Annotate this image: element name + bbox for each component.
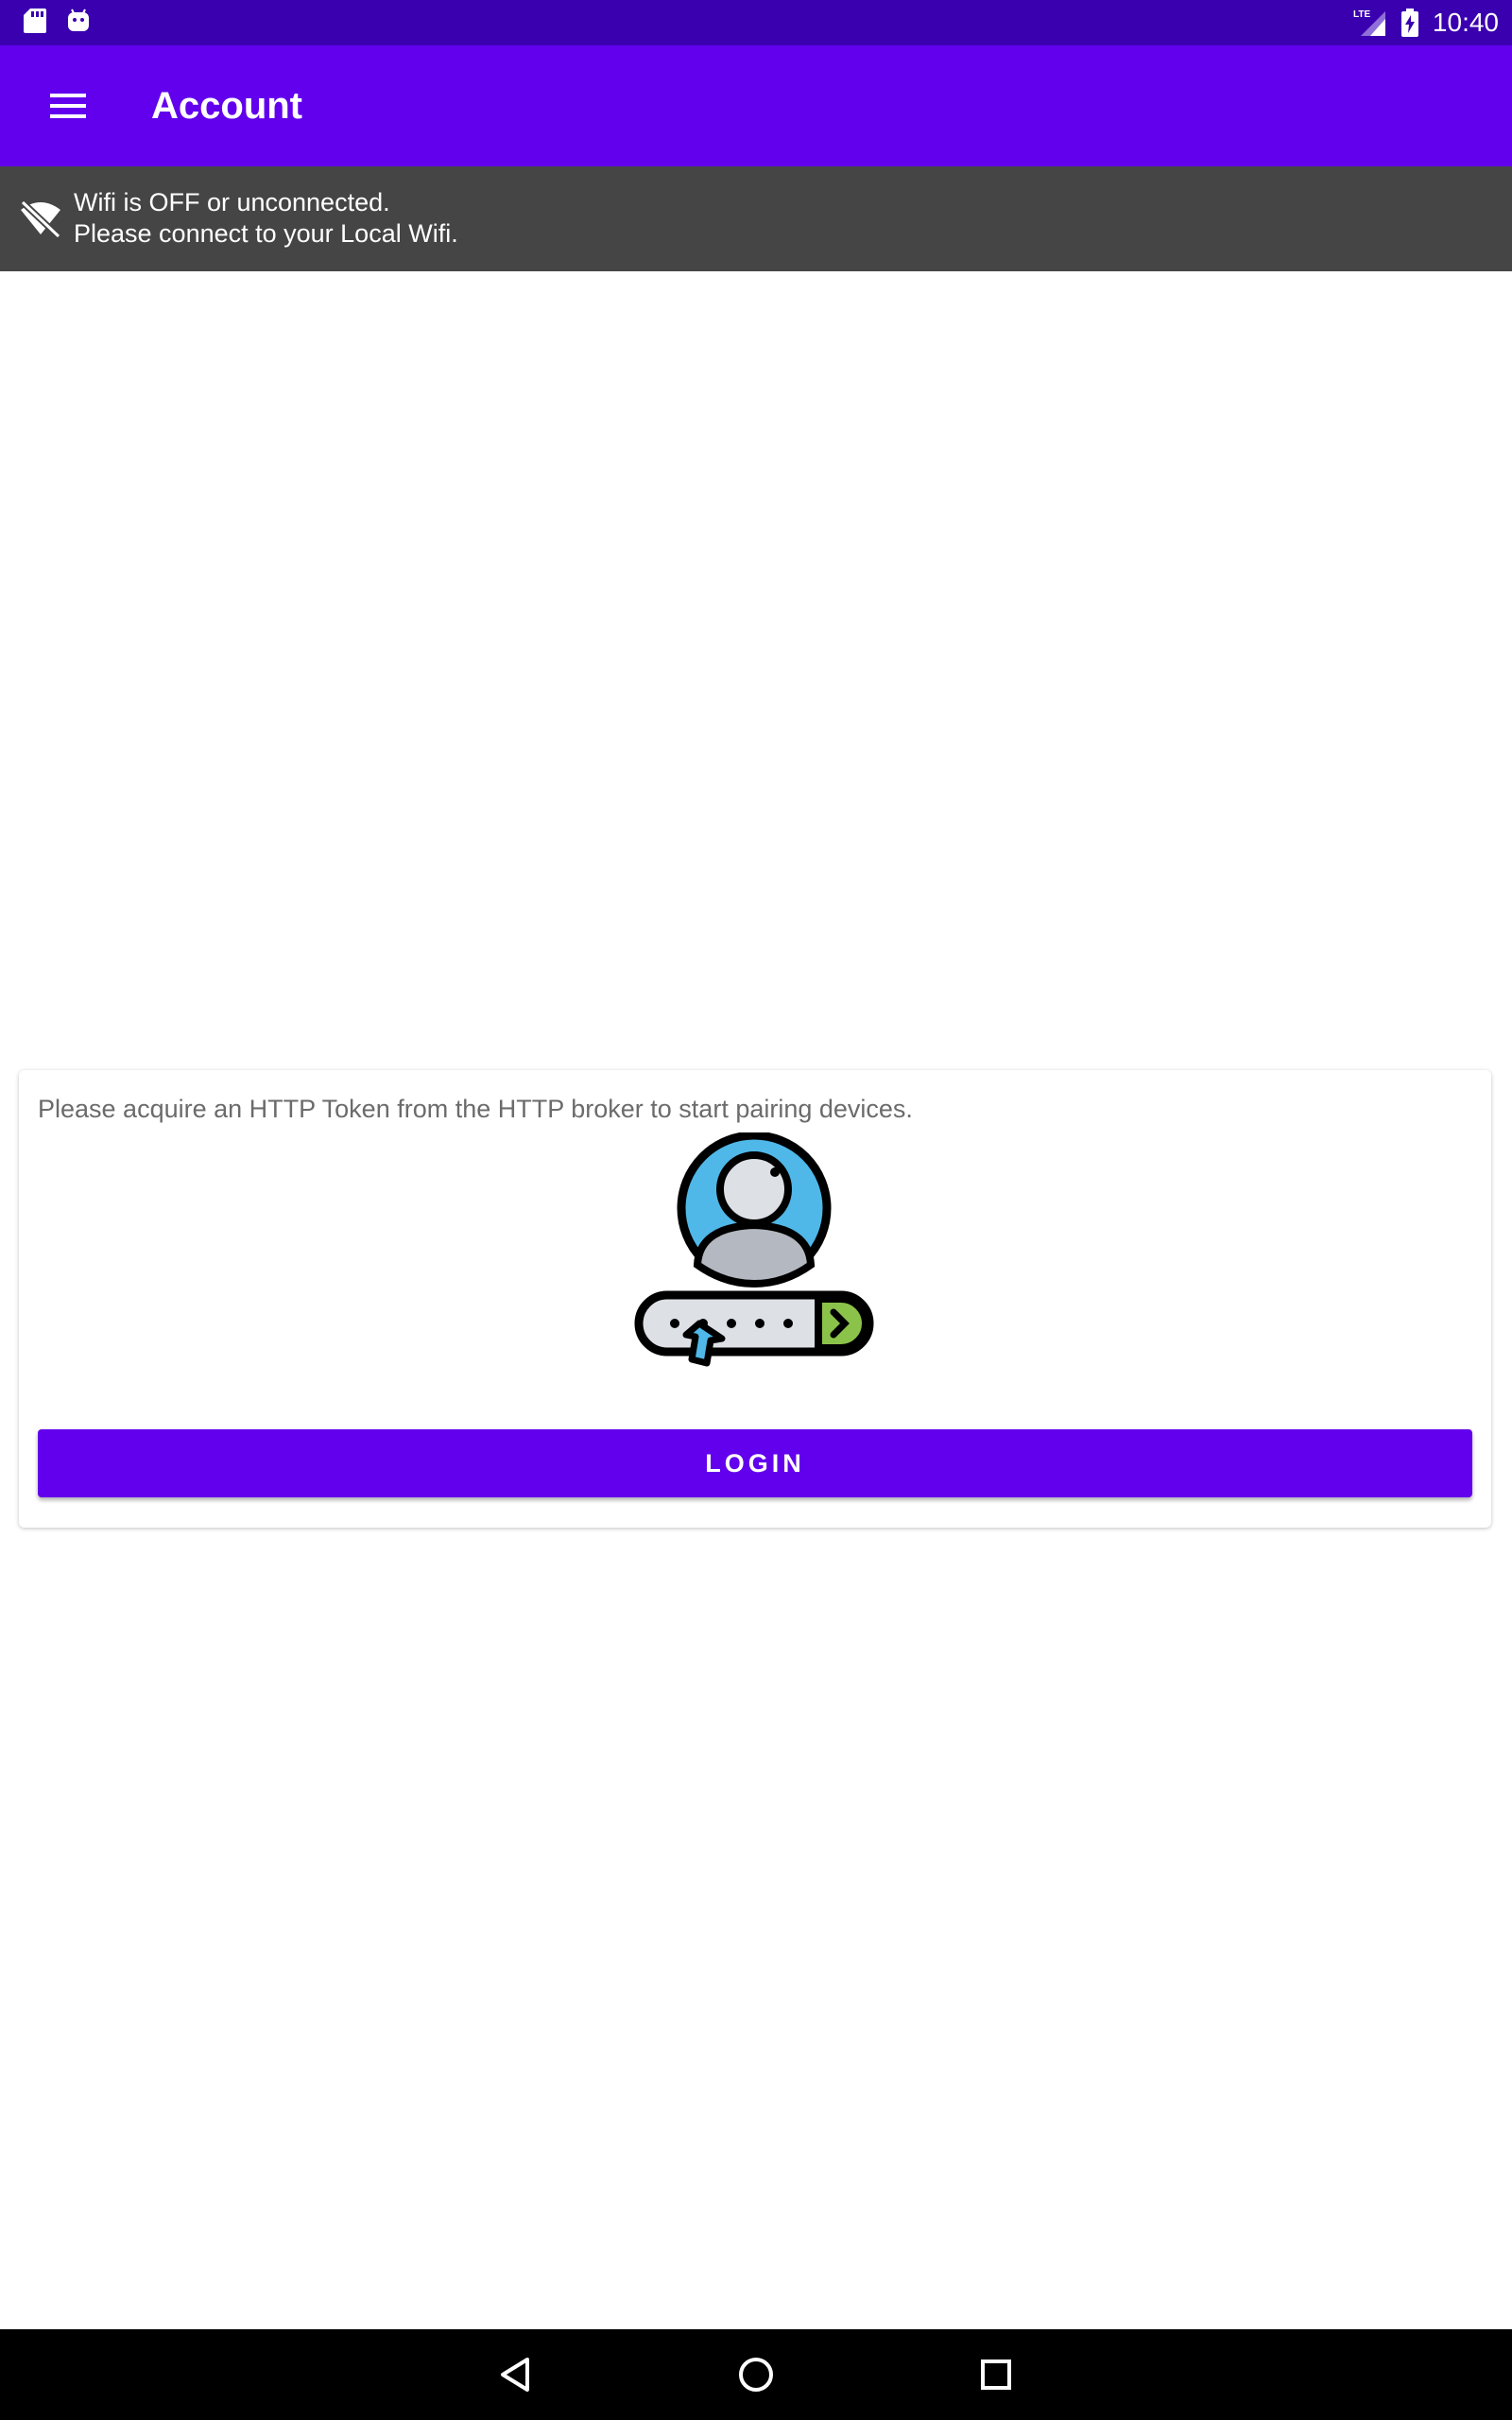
status-right-icons: LTE 10:40 <box>1353 6 1499 40</box>
status-left-icons <box>23 8 91 34</box>
system-nav-bar <box>0 2329 1512 2420</box>
wifi-status-line-1: Wifi is OFF or unconnected. <box>74 188 390 216</box>
nav-recents-button[interactable] <box>970 2348 1022 2401</box>
status-time: 10:40 <box>1432 8 1499 37</box>
nav-home-button[interactable] <box>730 2348 782 2401</box>
user-login-illustration <box>634 1132 874 1367</box>
back-icon <box>501 2358 529 2392</box>
nav-back-button[interactable] <box>490 2348 542 2401</box>
wifi-status-text: Wifi is OFF or unconnected. Please conne… <box>74 187 458 250</box>
wifi-off-icon <box>20 199 61 239</box>
battery-charging-icon <box>1400 9 1418 37</box>
lte-signal-icon: LTE <box>1353 9 1385 36</box>
wifi-status-banner: Wifi is OFF or unconnected. Please conne… <box>0 166 1512 271</box>
login-button[interactable]: LOGIN <box>38 1429 1472 1497</box>
token-instruction-text: Please acquire an HTTP Token from the HT… <box>38 1095 913 1123</box>
home-icon <box>739 2358 773 2392</box>
android-icon <box>68 9 89 31</box>
recents-icon <box>981 2360 1011 2390</box>
svg-text:LTE: LTE <box>1353 9 1370 20</box>
menu-button[interactable] <box>38 76 98 136</box>
status-bar: LTE 10:40 <box>0 0 1512 45</box>
login-card: Please acquire an HTTP Token from the HT… <box>19 1070 1491 1528</box>
sd-card-icon <box>24 9 46 33</box>
page-title: Account <box>151 85 302 127</box>
wifi-status-line-2: Please connect to your Local Wifi. <box>74 219 458 248</box>
app-bar: Account <box>0 45 1512 166</box>
hamburger-menu-icon <box>50 94 86 118</box>
